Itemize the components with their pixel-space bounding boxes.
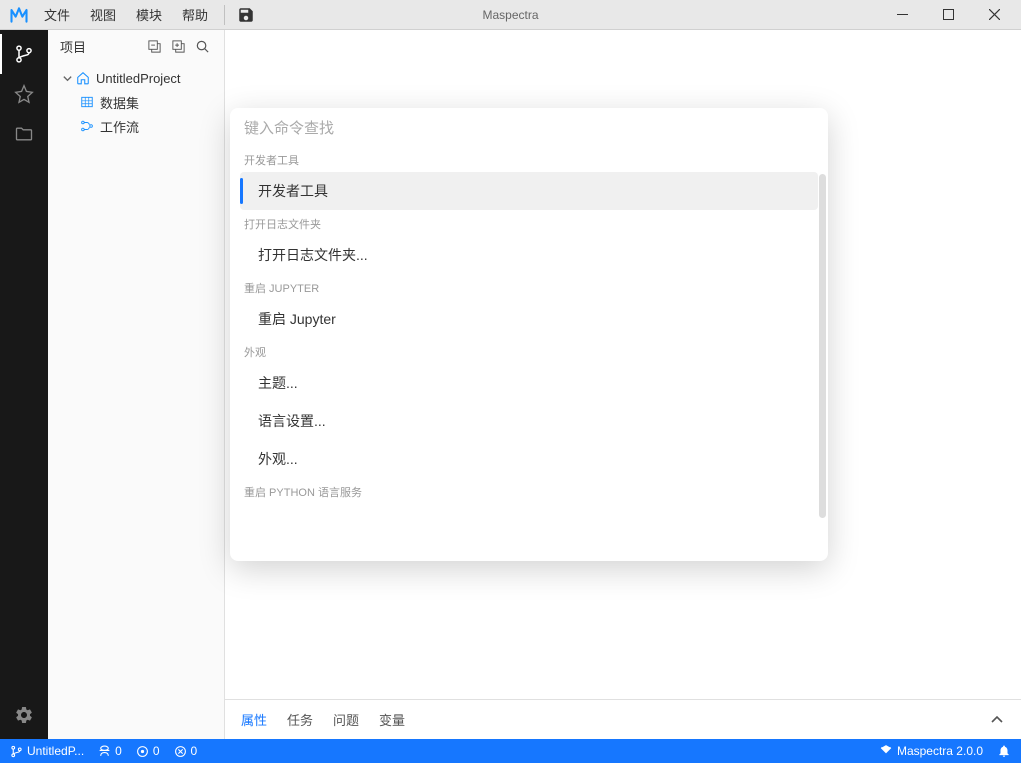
activity-settings[interactable] [0, 695, 48, 735]
palette-option-devtools[interactable]: 开发者工具 [240, 172, 818, 210]
status-bell[interactable] [997, 744, 1011, 758]
scrollbar[interactable] [819, 174, 826, 518]
bottom-panel: 属性 任务 问题 变量 [225, 699, 1021, 739]
tree-item-label: 工作流 [100, 117, 139, 136]
home-icon [74, 71, 92, 85]
command-input[interactable] [244, 120, 814, 137]
workflow-icon [78, 119, 96, 133]
tree-item-label: 数据集 [100, 93, 139, 112]
status-count-c-value: 0 [191, 744, 198, 758]
status-count-b[interactable]: 0 [136, 744, 160, 758]
close-button[interactable] [971, 0, 1017, 30]
palette-option-theme[interactable]: 主题... [240, 364, 818, 402]
search-icon[interactable] [192, 36, 212, 56]
sidebar-title: 项目 [60, 37, 86, 56]
tab-problems[interactable]: 问题 [333, 706, 359, 733]
chevron-down-icon [60, 73, 74, 84]
menubar: 文件 视图 模块 帮助 [34, 0, 218, 30]
project-tree: UntitledProject 数据集 工作流 [48, 62, 224, 142]
divider [224, 5, 225, 25]
activity-folder[interactable] [0, 114, 48, 154]
tab-tasks[interactable]: 任务 [287, 706, 313, 733]
palette-group-label: 打开日志文件夹 [240, 210, 818, 236]
sidebar: 项目 UntitledProje [48, 30, 225, 739]
menu-view[interactable]: 视图 [80, 0, 126, 30]
palette-group-label: 外观 [240, 338, 818, 364]
status-version[interactable]: Maspectra 2.0.0 [879, 744, 983, 758]
app-logo [4, 0, 34, 30]
tree-root[interactable]: UntitledProject [48, 66, 224, 90]
status-count-b-value: 0 [153, 744, 160, 758]
panel-toggle-icon[interactable] [989, 712, 1005, 728]
palette-option-open-logs[interactable]: 打开日志文件夹... [240, 236, 818, 274]
save-button[interactable] [231, 0, 261, 30]
titlebar: 文件 视图 模块 帮助 Maspectra [0, 0, 1021, 30]
menu-file[interactable]: 文件 [34, 0, 80, 30]
palette-group-label: 重启 PYTHON 语言服务 [240, 478, 818, 504]
status-project-label: UntitledP... [27, 744, 84, 758]
status-count-c[interactable]: 0 [174, 744, 198, 758]
status-count-a-value: 0 [115, 744, 122, 758]
command-palette: 开发者工具 开发者工具 打开日志文件夹 打开日志文件夹... 重启 JUPYTE… [230, 108, 828, 561]
tab-properties[interactable]: 属性 [241, 706, 267, 733]
palette-group-label: 开发者工具 [240, 146, 818, 172]
palette-option-language[interactable]: 语言设置... [240, 402, 818, 440]
window-controls [879, 0, 1017, 30]
activity-star[interactable] [0, 74, 48, 114]
tree-root-label: UntitledProject [96, 71, 181, 86]
status-version-label: Maspectra 2.0.0 [897, 744, 983, 758]
collapse-all-icon[interactable] [144, 36, 164, 56]
tree-item-workflow[interactable]: 工作流 [48, 114, 224, 138]
tab-variables[interactable]: 变量 [379, 706, 405, 733]
expand-all-icon[interactable] [168, 36, 188, 56]
table-icon [78, 95, 96, 109]
sidebar-header: 项目 [48, 30, 224, 62]
activity-branch[interactable] [0, 34, 48, 74]
status-count-a[interactable]: 0 [98, 744, 122, 758]
statusbar: UntitledP... 0 0 0 Maspectra 2.0.0 [0, 739, 1021, 763]
activity-bar [0, 30, 48, 739]
menu-module[interactable]: 模块 [126, 0, 172, 30]
tree-item-dataset[interactable]: 数据集 [48, 90, 224, 114]
minimize-button[interactable] [879, 0, 925, 30]
command-list[interactable]: 开发者工具 开发者工具 打开日志文件夹 打开日志文件夹... 重启 JUPYTE… [230, 146, 828, 561]
status-project[interactable]: UntitledP... [10, 744, 84, 758]
menu-help[interactable]: 帮助 [172, 0, 218, 30]
window-title: Maspectra [482, 8, 538, 22]
maximize-button[interactable] [925, 0, 971, 30]
palette-group-label: 重启 JUPYTER [240, 274, 818, 300]
palette-option-restart-jupyter[interactable]: 重启 Jupyter [240, 300, 818, 338]
palette-option-appearance[interactable]: 外观... [240, 440, 818, 478]
